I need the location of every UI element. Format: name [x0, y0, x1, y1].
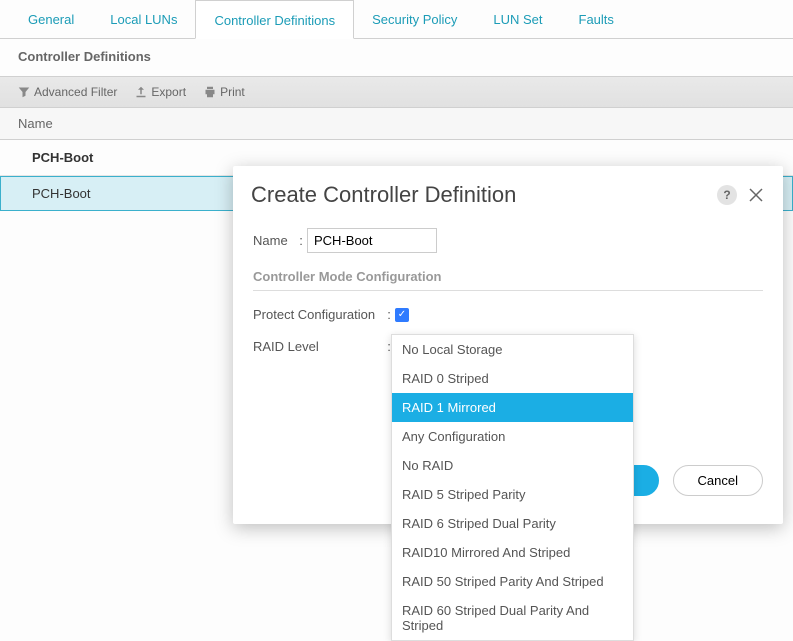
- raid-option-raid50[interactable]: RAID 50 Striped Parity And Striped: [392, 567, 633, 596]
- advanced-filter-label: Advanced Filter: [34, 85, 117, 99]
- raid-option-no-local-storage[interactable]: No Local Storage: [392, 335, 633, 364]
- tab-bar: General Local LUNs Controller Definition…: [0, 0, 793, 39]
- raid-option-raid1[interactable]: RAID 1 Mirrored: [392, 393, 633, 422]
- tab-general[interactable]: General: [10, 0, 92, 38]
- raid-option-raid60[interactable]: RAID 60 Striped Dual Parity And Striped: [392, 596, 633, 640]
- print-icon: [204, 86, 216, 98]
- tab-controller-definitions[interactable]: Controller Definitions: [195, 0, 354, 39]
- help-icon[interactable]: ?: [717, 185, 737, 205]
- dialog-title: Create Controller Definition: [251, 182, 516, 208]
- cancel-button[interactable]: Cancel: [673, 465, 763, 496]
- name-input[interactable]: [307, 228, 437, 253]
- raid-option-any-configuration[interactable]: Any Configuration: [392, 422, 633, 451]
- raid-level-dropdown: No Local Storage RAID 0 Striped RAID 1 M…: [391, 334, 634, 641]
- controller-mode-heading: Controller Mode Configuration: [253, 259, 763, 291]
- print-label: Print: [220, 85, 245, 99]
- protect-configuration-checkbox[interactable]: ✓: [395, 308, 409, 322]
- export-button[interactable]: Export: [135, 85, 186, 99]
- raid-option-raid5[interactable]: RAID 5 Striped Parity: [392, 480, 633, 509]
- tab-lun-set[interactable]: LUN Set: [475, 0, 560, 38]
- close-icon[interactable]: [747, 186, 765, 204]
- toolbar: Advanced Filter Export Print: [0, 76, 793, 108]
- export-icon: [135, 86, 147, 98]
- export-label: Export: [151, 85, 186, 99]
- tab-security-policy[interactable]: Security Policy: [354, 0, 475, 38]
- raid-option-raid6[interactable]: RAID 6 Striped Dual Parity: [392, 509, 633, 538]
- name-label: Name: [253, 233, 295, 248]
- table-header-name[interactable]: Name: [0, 108, 793, 140]
- advanced-filter-button[interactable]: Advanced Filter: [18, 85, 117, 99]
- print-button[interactable]: Print: [204, 85, 245, 99]
- raid-level-label: RAID Level: [253, 339, 383, 354]
- protect-configuration-label: Protect Configuration: [253, 307, 383, 322]
- raid-option-no-raid[interactable]: No RAID: [392, 451, 633, 480]
- tab-faults[interactable]: Faults: [561, 0, 632, 38]
- section-title: Controller Definitions: [0, 39, 793, 76]
- raid-option-raid10[interactable]: RAID10 Mirrored And Striped: [392, 538, 633, 567]
- filter-icon: [18, 86, 30, 98]
- tab-local-luns[interactable]: Local LUNs: [92, 0, 195, 38]
- raid-option-raid0[interactable]: RAID 0 Striped: [392, 364, 633, 393]
